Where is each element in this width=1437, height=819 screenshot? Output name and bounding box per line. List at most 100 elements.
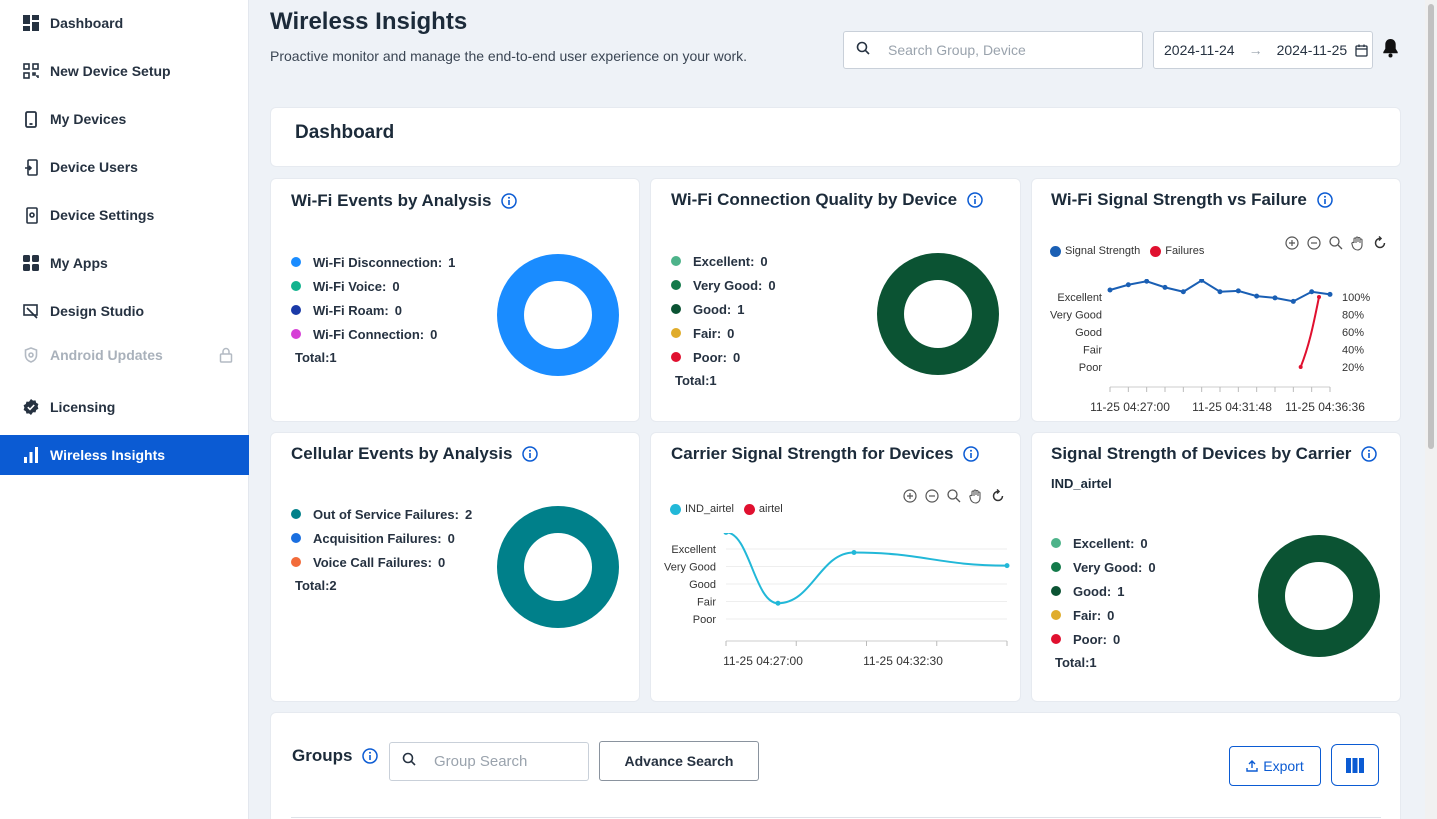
legend-dot [743, 503, 755, 515]
legend-value: 0 [1148, 559, 1156, 575]
card-title-text: Wi-Fi Events by Analysis [291, 191, 492, 210]
date-arrow: → [1248, 42, 1263, 58]
group-search[interactable] [389, 742, 589, 781]
legend-name: Good: [693, 301, 732, 317]
pan-hand-icon[interactable] [967, 487, 985, 505]
legend-item: Wi-Fi Connection: 0 [291, 322, 455, 346]
legend-name: Wi-Fi Disconnection: [313, 254, 443, 270]
data-point [1217, 289, 1223, 295]
date-range-picker[interactable]: 2024-11-24 → 2024-11-25 [1153, 31, 1373, 69]
x-tick-label: 11-25 04:32:30 [863, 654, 943, 668]
donut-chart[interactable] [1258, 535, 1380, 657]
line-chart[interactable]: Poor Fair Good Very Good Excellent 11-25 04:2… [651, 533, 1020, 683]
legend-name: Poor: [1073, 631, 1107, 647]
magnifier-icon[interactable] [1327, 234, 1345, 252]
legend: Excellent: 0 Very Good: 0 Good: 1 Fair: 0 Po… [671, 249, 776, 388]
sidebar-item-licensing[interactable]: Licensing [0, 387, 249, 427]
scrollbar[interactable] [1425, 0, 1437, 819]
phone-icon [22, 110, 40, 128]
legend-value: 0 [1140, 535, 1148, 551]
donut-chart[interactable] [497, 506, 619, 628]
y2-tick-label: 80% [1342, 310, 1364, 322]
sidebar-item-device-settings[interactable]: Device Settings [0, 195, 249, 235]
grid-icon [22, 14, 40, 32]
legend-value: 0 [1107, 607, 1115, 623]
bar-chart-icon [22, 446, 40, 464]
advance-search-button[interactable]: Advance Search [599, 741, 759, 781]
legend-label[interactable]: Signal Strength [1065, 245, 1140, 257]
search-input[interactable]: Search Group, Device [843, 31, 1143, 69]
reset-icon[interactable] [1371, 234, 1389, 252]
sidebar-item-design-studio[interactable]: Design Studio [0, 291, 249, 331]
info-icon[interactable] [522, 446, 539, 462]
info-icon[interactable] [501, 193, 518, 209]
data-point [1004, 563, 1010, 569]
legend-dot [1051, 610, 1061, 620]
donut-chart[interactable] [877, 253, 999, 375]
date-from[interactable]: 2024-11-24 [1164, 42, 1235, 58]
legend-value: 1 [1117, 583, 1125, 599]
bell-icon[interactable] [1382, 38, 1399, 63]
info-icon[interactable] [1317, 192, 1333, 208]
y-tick-label: Fair [697, 597, 716, 609]
donut-chart[interactable] [497, 254, 619, 376]
legend-item: Wi-Fi Roam: 0 [291, 298, 455, 322]
sidebar-item-dashboard[interactable]: Dashboard [0, 3, 249, 43]
legend-label[interactable]: airtel [759, 503, 783, 515]
sidebar-item-my-devices[interactable]: My Devices [0, 99, 249, 139]
divider [291, 817, 1381, 818]
sidebar-item-new-device-setup[interactable]: New Device Setup [0, 51, 249, 91]
legend-value: 0 [760, 253, 768, 269]
y-tick-label: Good [1075, 327, 1102, 339]
zoom-in-icon[interactable] [901, 487, 919, 505]
y2-tick-label: 60% [1342, 327, 1364, 339]
columns-button[interactable] [1331, 744, 1379, 786]
sidebar-item-label: New Device Setup [50, 63, 171, 79]
info-icon[interactable] [362, 748, 379, 764]
legend-dot [671, 256, 681, 266]
qr-icon [22, 62, 40, 80]
pan-hand-icon[interactable] [1349, 234, 1367, 252]
legend: Out of Service Failures: 2 Acquisition Fa… [291, 502, 472, 593]
legend-label[interactable]: Failures [1165, 245, 1204, 257]
x-tick-label: 11-25 04:36:36 [1285, 400, 1365, 414]
sidebar-item-my-apps[interactable]: My Apps [0, 243, 249, 283]
y2-tick-label: 100% [1342, 292, 1370, 304]
date-to[interactable]: 2024-11-25 [1277, 42, 1348, 58]
info-icon[interactable] [1361, 446, 1378, 462]
export-button[interactable]: Export [1229, 746, 1321, 786]
sidebar-item-label: Wireless Insights [50, 447, 166, 463]
reset-icon[interactable] [989, 487, 1007, 505]
wifi-signal-card: Wi-Fi Signal Strength vs Failure Signal … [1031, 178, 1401, 422]
info-icon[interactable] [967, 192, 983, 208]
line-chart[interactable]: Poor 20% Fair 40% Good 60% Very Good 80% Excelle… [1032, 279, 1400, 419]
legend-dot [1051, 634, 1061, 644]
legend-item: Poor: 0 [1051, 627, 1156, 651]
x-tick-label: 11-25 04:31:48 [1192, 400, 1272, 414]
legend-dot [291, 281, 301, 291]
legend-dot [671, 304, 681, 314]
sidebar-item-wireless-insights[interactable]: Wireless Insights [0, 435, 249, 475]
total-label: Total:1 [675, 373, 717, 388]
x-tick-label: 11-25 04:27:00 [723, 654, 803, 668]
legend-label[interactable]: IND_airtel [685, 503, 734, 515]
series-line-ind-airtel [725, 533, 1008, 605]
scrollbar-thumb[interactable] [1428, 4, 1434, 449]
zoom-out-icon[interactable] [1305, 234, 1323, 252]
zoom-in-icon[interactable] [1283, 234, 1301, 252]
card-title: Signal Strength of Devices by Carrier [1051, 444, 1378, 464]
data-point [1309, 289, 1315, 295]
sidebar-item-device-users[interactable]: Device Users [0, 147, 249, 187]
calendar-icon[interactable] [1355, 44, 1368, 57]
magnifier-icon[interactable] [945, 487, 963, 505]
chart-toolbar [1283, 234, 1389, 252]
zoom-out-icon[interactable] [923, 487, 941, 505]
legend-value: 0 [447, 530, 455, 546]
info-icon[interactable] [963, 446, 980, 462]
legend-item: Fair: 0 [1051, 603, 1156, 627]
carrier-name: IND_airtel [1051, 476, 1112, 491]
sidebar-item-label: Device Users [50, 159, 138, 175]
legend-value: 0 [732, 349, 741, 365]
group-search-input[interactable] [434, 753, 574, 770]
page-subtitle: Proactive monitor and manage the end-to-… [270, 48, 748, 64]
